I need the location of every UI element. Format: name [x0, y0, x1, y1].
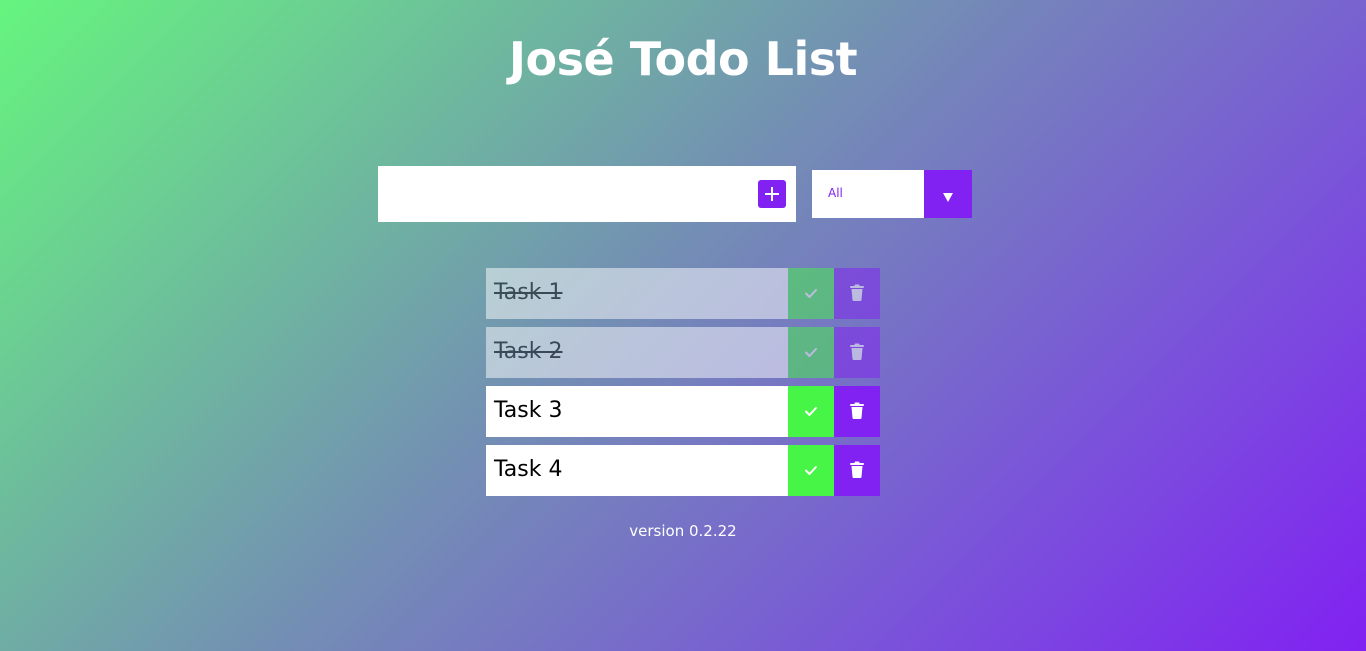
add-todo-button[interactable]: [758, 180, 786, 208]
complete-button[interactable]: [788, 327, 834, 378]
todo-text: Task 1: [494, 280, 563, 305]
trash-icon: [850, 461, 864, 478]
todo-text-cell: Task 4: [486, 445, 788, 496]
todo-text: Task 3: [494, 398, 563, 423]
delete-button[interactable]: [834, 268, 880, 319]
check-icon: [805, 348, 817, 357]
check-icon: [805, 407, 817, 416]
todo-input[interactable]: [378, 166, 748, 222]
todo-input-container: [378, 166, 796, 222]
trash-icon: [850, 343, 864, 360]
todo-list: Task 1 Task 2 Task 3 Task 4: [486, 268, 880, 504]
trash-icon: [850, 402, 864, 419]
filter-selected-value: All: [828, 186, 843, 200]
complete-button[interactable]: [788, 268, 834, 319]
todo-item: Task 4: [486, 445, 880, 496]
check-icon: [805, 289, 817, 298]
trash-icon: [850, 284, 864, 301]
todo-text-cell: Task 3: [486, 386, 788, 437]
filter-dropdown-button[interactable]: [924, 170, 972, 218]
todo-text: Task 4: [494, 457, 563, 482]
caret-down-icon: [943, 193, 953, 202]
delete-button[interactable]: [834, 386, 880, 437]
complete-button[interactable]: [788, 386, 834, 437]
todo-text-cell: Task 2: [486, 327, 788, 378]
todo-item: Task 1: [486, 268, 880, 319]
todo-item: Task 2: [486, 327, 880, 378]
filter-select[interactable]: All: [812, 170, 972, 218]
todo-text: Task 2: [494, 339, 563, 364]
check-icon: [805, 466, 817, 475]
todo-item: Task 3: [486, 386, 880, 437]
version-label: version 0.2.22: [629, 522, 737, 540]
complete-button[interactable]: [788, 445, 834, 496]
plus-icon-vertical: [771, 187, 773, 201]
delete-button[interactable]: [834, 445, 880, 496]
page-title: José Todo List: [508, 32, 858, 86]
delete-button[interactable]: [834, 327, 880, 378]
todo-text-cell: Task 1: [486, 268, 788, 319]
